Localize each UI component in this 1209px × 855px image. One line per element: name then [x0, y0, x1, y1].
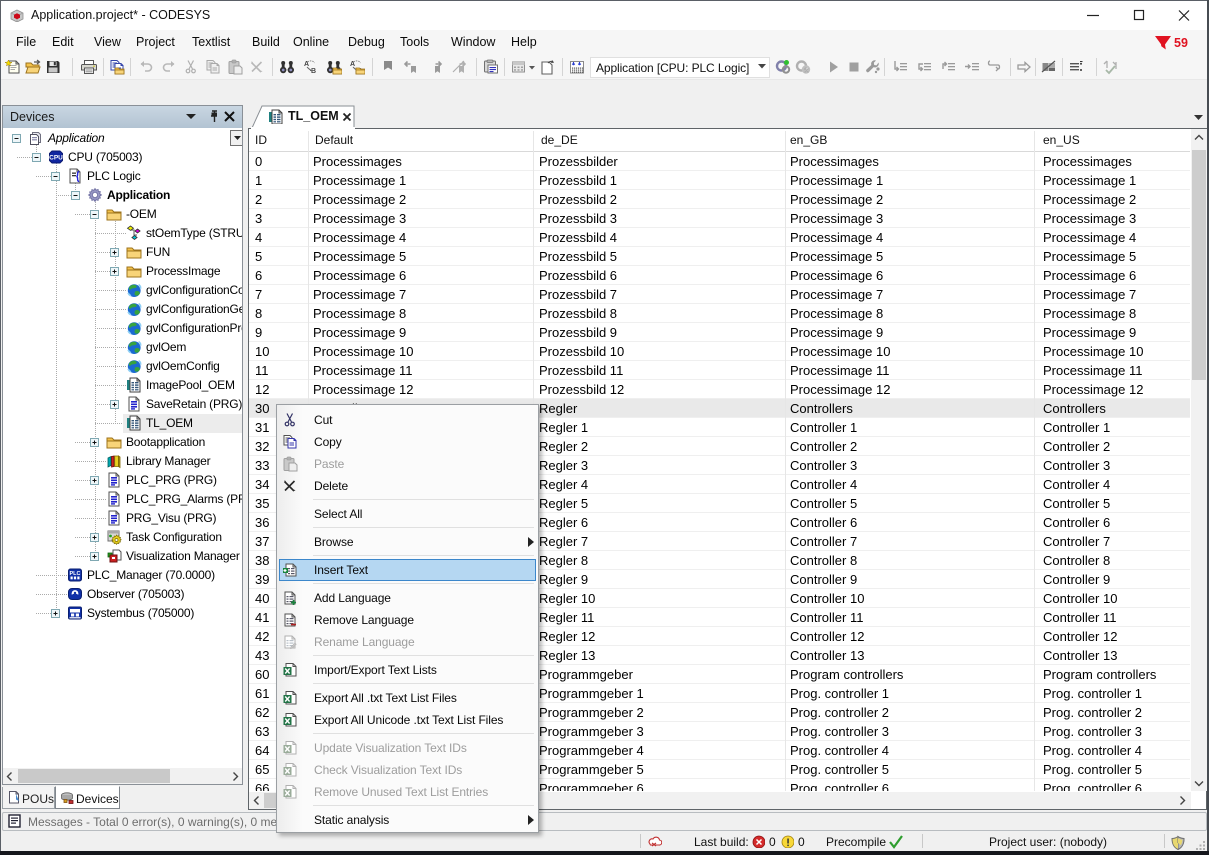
svg-text:CPU: CPU — [49, 155, 63, 162]
svg-text:PLC: PLC — [70, 571, 81, 577]
